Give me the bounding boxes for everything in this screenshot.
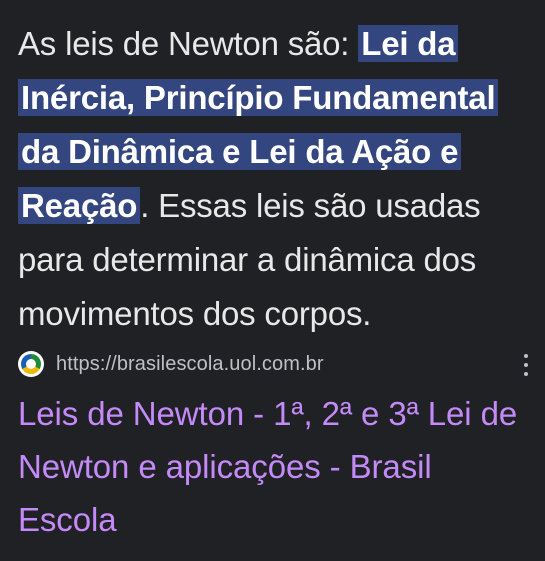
more-vert-icon[interactable] [523,354,529,376]
featured-snippet-text: As leis de Newton são: Lei da Inércia, P… [18,17,533,341]
brasil-escola-globe-icon [18,351,44,377]
result-title-link[interactable]: Leis de Newton - 1ª, 2ª e 3ª Lei de Newt… [18,387,533,546]
source-url[interactable]: https://brasilescola.uol.com.br [56,353,324,376]
source-row[interactable]: https://brasilescola.uol.com.br [18,350,533,378]
snippet-intro-text: As leis de Newton são: [18,25,359,62]
